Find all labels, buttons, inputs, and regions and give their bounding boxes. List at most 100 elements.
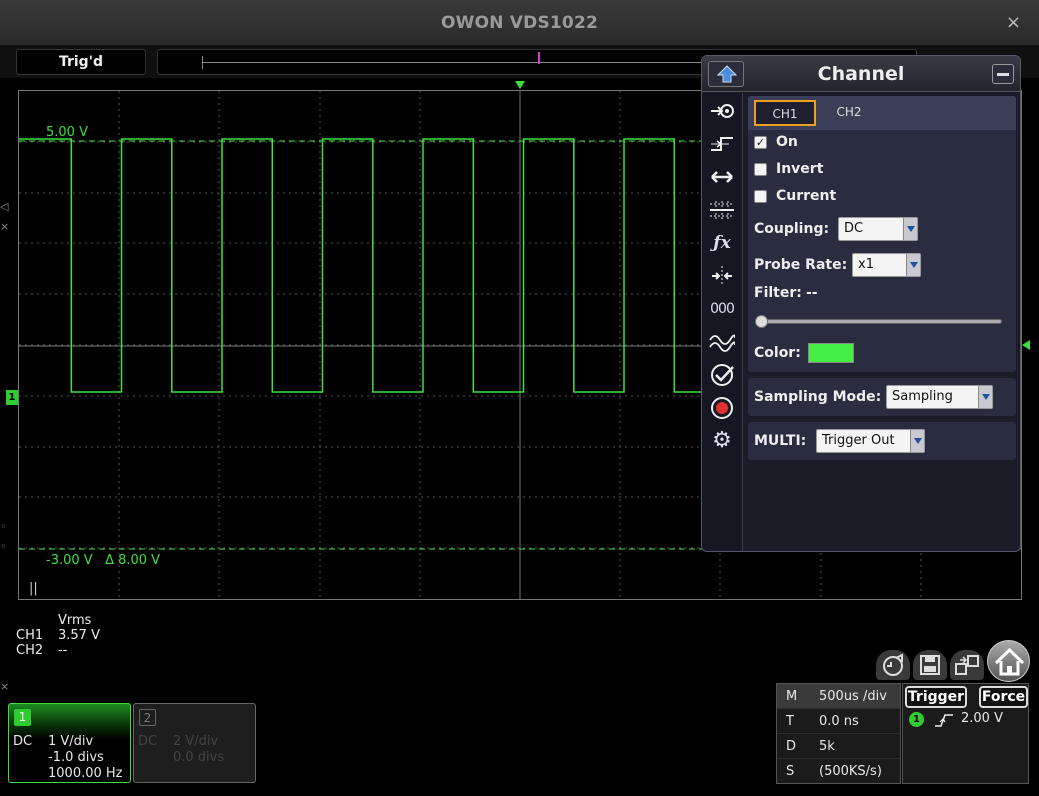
multi-value: Trigger Out	[822, 433, 895, 448]
reference-icon[interactable]	[707, 328, 737, 356]
option-current[interactable]: Current	[748, 184, 1016, 211]
measurement-header: Vrms	[58, 613, 92, 628]
display-icon[interactable]	[707, 196, 737, 224]
timebase-key: S	[786, 764, 795, 779]
sampling-section: Sampling Mode: Sampling	[748, 378, 1016, 416]
left-edge-marker: ◁	[0, 200, 9, 213]
ch1-info-box[interactable]: 1 DC 1 V/div -1.0 divs 1000.00 Hz	[8, 703, 131, 783]
ch2-coupling: DC	[138, 734, 158, 749]
measure-icon[interactable]: 000	[707, 295, 737, 323]
color-label: Color:	[754, 345, 801, 361]
measurement-value: --	[58, 643, 68, 658]
timebase-row: M 500us /div	[777, 684, 900, 709]
option-on[interactable]: ✓ On	[748, 130, 1016, 157]
channel-tabs: CH1 CH2	[748, 96, 1016, 130]
trigger-status: Trig'd	[16, 49, 146, 75]
timebase-row: T 0.0 ns	[777, 709, 900, 734]
pass-fail-icon[interactable]	[707, 361, 737, 389]
trigger-position-marker[interactable]	[515, 81, 525, 89]
trigger-source: 1	[909, 712, 924, 727]
coupling-select[interactable]: DC	[838, 217, 918, 241]
rising-edge-icon	[935, 714, 953, 727]
timebase-value: 0.0 ns	[819, 714, 859, 729]
sampling-label: Sampling Mode:	[754, 389, 882, 405]
timebase-value: 500us /div	[819, 689, 887, 704]
slider-thumb[interactable]	[755, 315, 768, 328]
menu-sidebar: ƒx 000 ⚙	[702, 93, 743, 551]
trigger-icon[interactable]	[707, 130, 737, 158]
timebase-row: D 5k	[777, 734, 900, 759]
tab-ch1[interactable]: CH1	[754, 100, 816, 126]
left-edge-marker: ×	[0, 220, 10, 233]
trigger-level-marker[interactable]	[1022, 340, 1030, 350]
trigger-button[interactable]: Trigger	[905, 686, 967, 708]
timebase-value: 5k	[819, 739, 835, 754]
channel-icon[interactable]	[707, 97, 737, 125]
export-icon	[955, 655, 979, 675]
save-button[interactable]	[913, 650, 947, 680]
ch2-number: 2	[139, 709, 156, 726]
autoset-icon	[883, 653, 903, 676]
ch1-trace	[19, 138, 702, 393]
horizontal-icon[interactable]	[707, 163, 737, 191]
color-swatch[interactable]	[808, 343, 854, 363]
timebase-value: (500KS/s)	[819, 764, 882, 779]
trigger-level: 2.00 V	[961, 711, 1003, 726]
filter-slider[interactable]	[755, 315, 1002, 328]
probe-rate-select[interactable]: x1	[852, 253, 921, 277]
coupling-label: Coupling:	[754, 221, 830, 237]
home-button[interactable]	[987, 640, 1030, 682]
filter-row: Filter: --	[748, 283, 1016, 309]
measurement-channel: CH1	[16, 628, 44, 643]
measurement-row: CH1 3.57 V	[16, 628, 100, 643]
coupling-row: Coupling: DC	[748, 211, 1016, 247]
cursor-icon[interactable]	[707, 262, 737, 290]
panel-title: Channel	[817, 63, 905, 85]
probe-rate-row: Probe Rate: x1	[748, 247, 1016, 283]
filter-label: Filter:	[754, 285, 802, 301]
close-icon[interactable]: ×	[1006, 12, 1021, 33]
left-edge-marker: ◦	[0, 540, 7, 553]
math-icon[interactable]: ƒx	[707, 229, 737, 257]
left-edge-marker: ◦	[0, 520, 7, 533]
record-icon[interactable]	[707, 394, 737, 422]
timebase-row: S (500KS/s)	[777, 759, 900, 784]
checkbox-current[interactable]	[754, 190, 767, 203]
checkbox-invert[interactable]	[754, 163, 767, 176]
panel-header: Channel	[702, 56, 1020, 92]
measurement-value: 3.57 V	[58, 628, 100, 643]
chevron-down-icon	[903, 218, 917, 240]
window-title: OWON VDS1022	[440, 13, 599, 33]
option-invert[interactable]: Invert	[748, 157, 1016, 184]
chevron-down-icon	[906, 254, 920, 276]
option-label: On	[776, 134, 798, 150]
ch1-number: 1	[14, 709, 31, 726]
filter-slider-row	[748, 309, 1016, 335]
force-button[interactable]: Force	[979, 686, 1028, 708]
panel-minimize-button[interactable]	[992, 64, 1014, 84]
multi-select[interactable]: Trigger Out	[816, 429, 925, 453]
left-edge-marker: ×	[0, 680, 10, 693]
tool-buttons	[876, 640, 1031, 682]
filter-value: --	[806, 285, 818, 301]
color-row: Color:	[748, 335, 1016, 371]
home-icon	[994, 647, 1025, 676]
export-button[interactable]	[950, 650, 984, 680]
save-icon	[920, 655, 940, 675]
probe-rate-label: Probe Rate:	[754, 257, 848, 273]
ch2-info-box[interactable]: 2 DC 2 V/div 0.0 divs	[133, 703, 256, 783]
multi-section: MULTI: Trigger Out	[748, 422, 1016, 460]
channel-section: CH1 CH2 ✓ On Invert Current Coupling: DC …	[748, 96, 1016, 372]
tab-ch2[interactable]: CH2	[818, 100, 880, 126]
timeline-position-marker[interactable]	[538, 52, 540, 64]
timeline-start-tick	[202, 56, 203, 69]
cursor-bottom-value: -3.00 V	[46, 553, 93, 568]
ch1-level-marker[interactable]: 1	[6, 390, 18, 405]
timebase-info[interactable]: M 500us /div T 0.0 ns D 5k S (500KS/s)	[776, 683, 901, 784]
autoset-button[interactable]	[876, 650, 910, 680]
sampling-mode-value: Sampling	[892, 389, 953, 404]
sampling-mode-select[interactable]: Sampling	[886, 385, 993, 409]
timebase-key: D	[786, 739, 797, 754]
settings-icon[interactable]: ⚙	[707, 427, 737, 455]
checkbox-on[interactable]: ✓	[754, 136, 767, 149]
